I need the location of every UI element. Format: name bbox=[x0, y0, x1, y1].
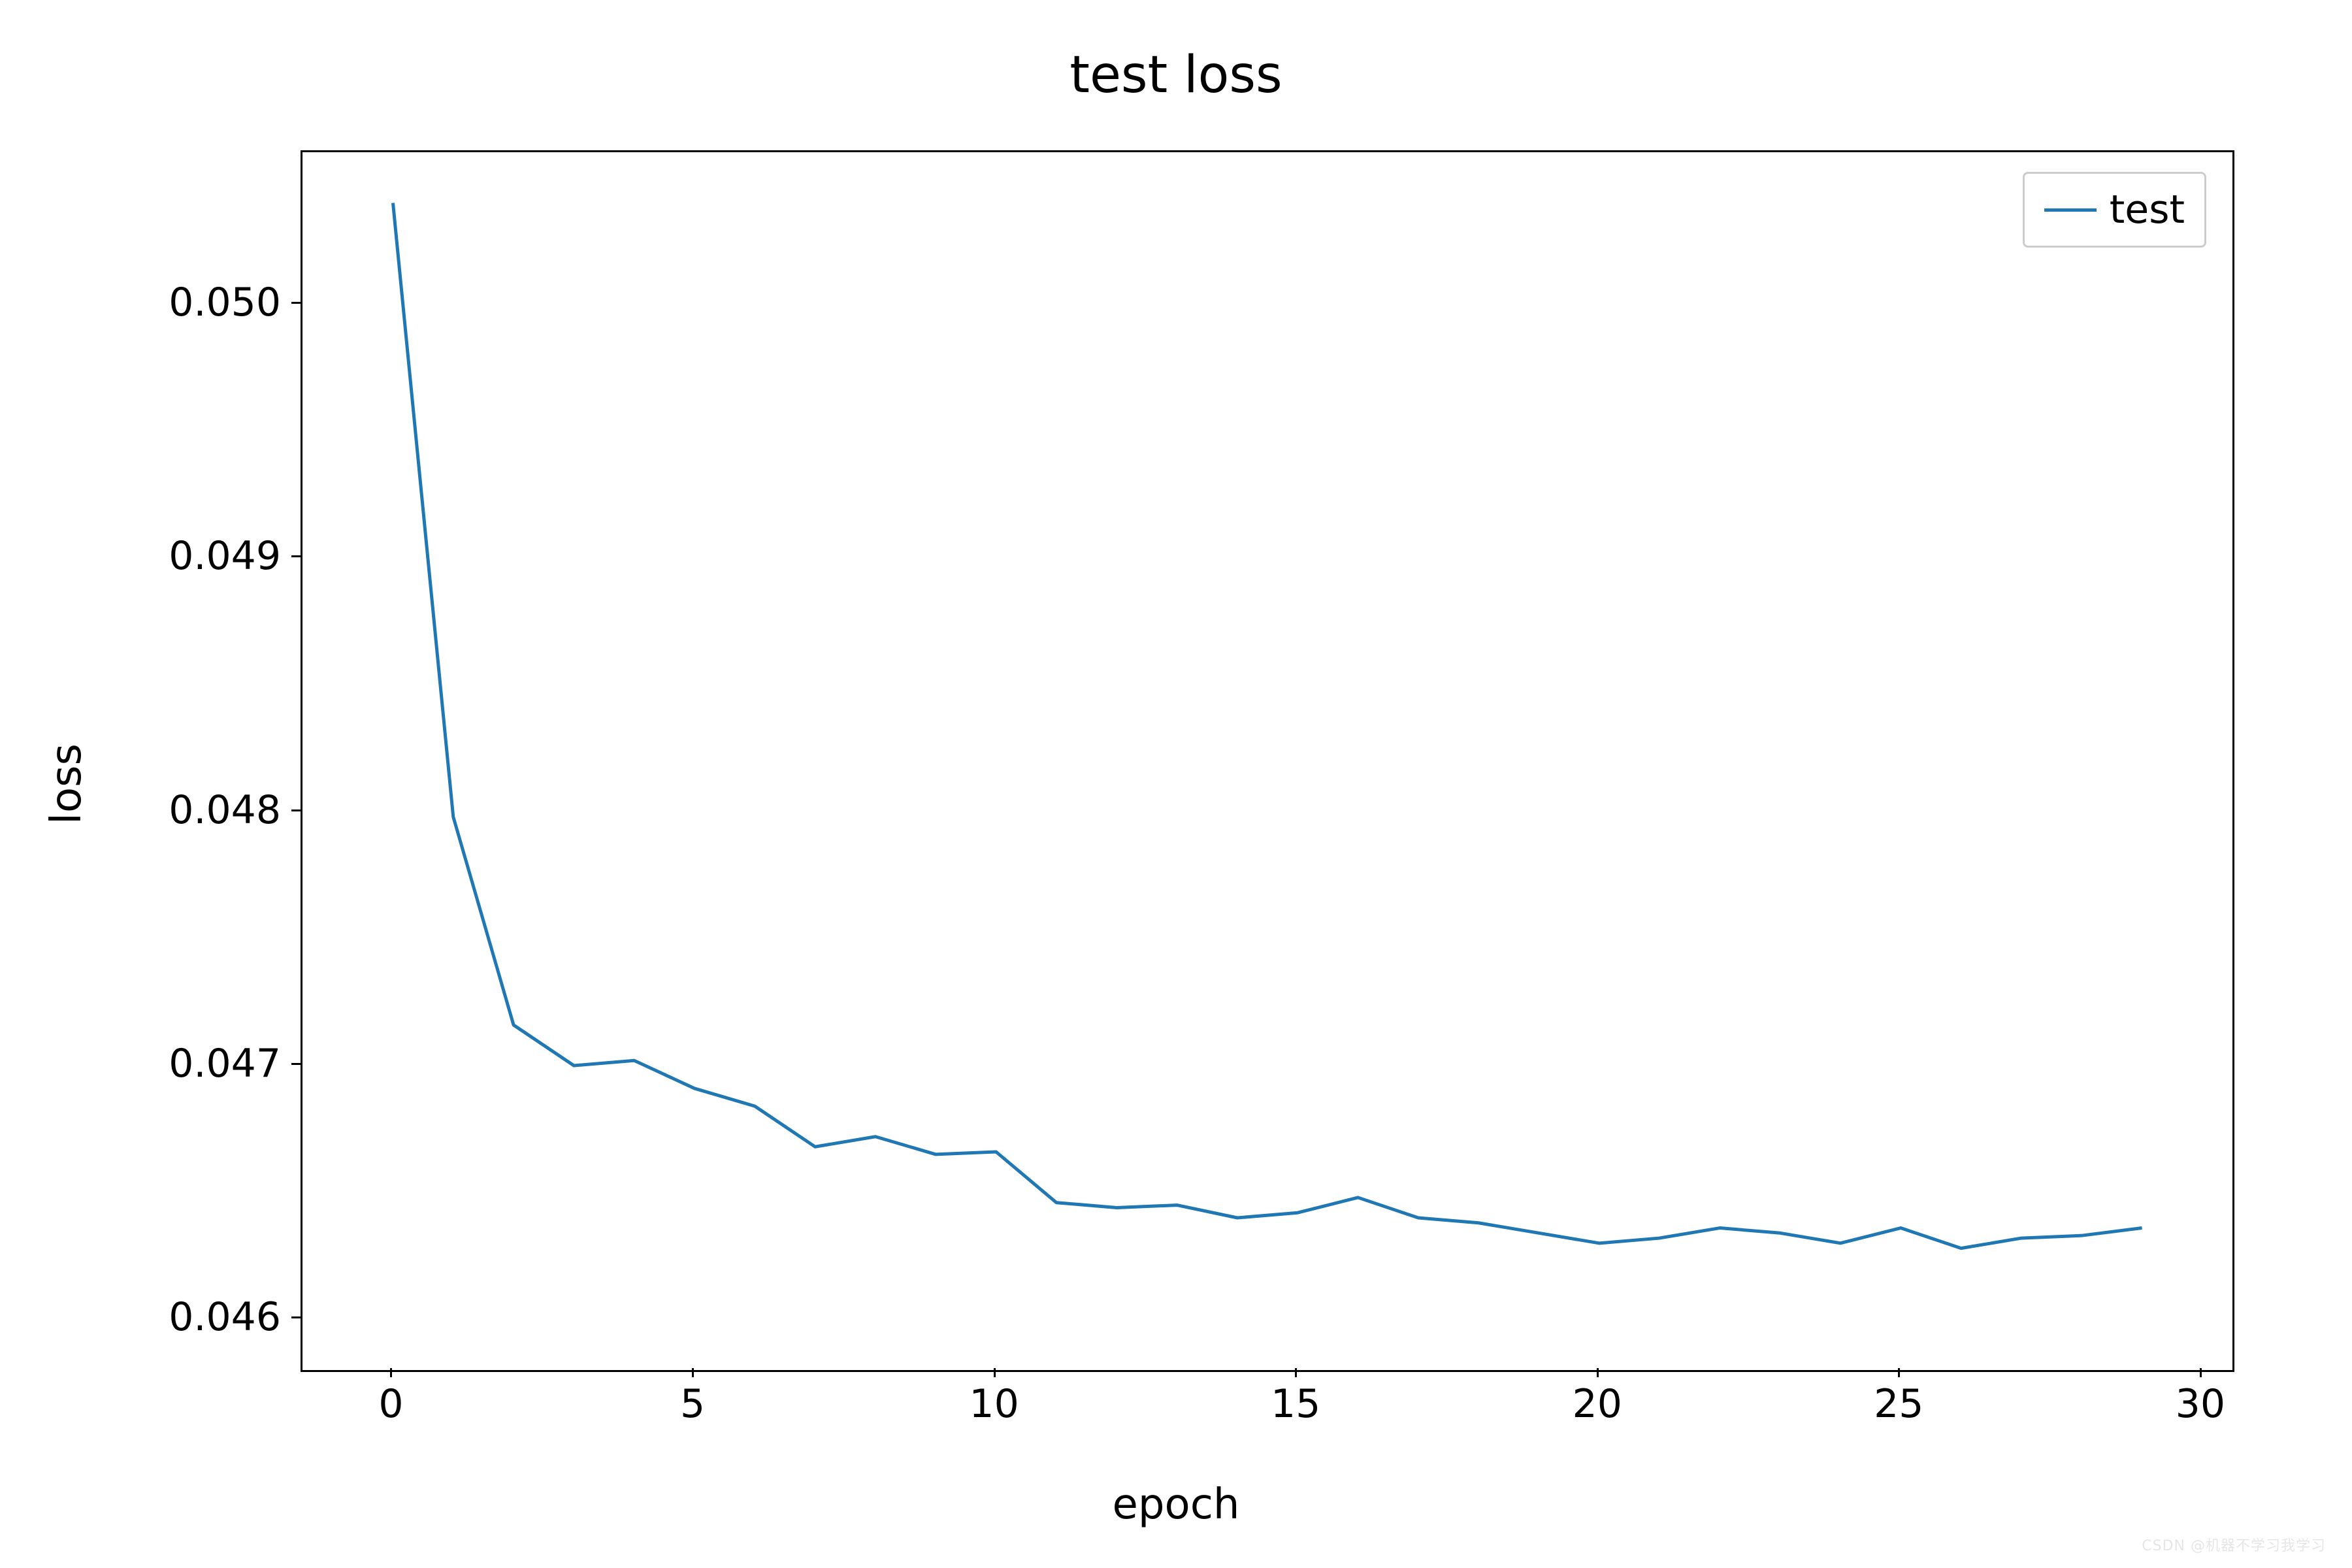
y-tick-mark bbox=[291, 1316, 301, 1318]
plot-area: test bbox=[301, 150, 2234, 1372]
y-tick-mark bbox=[291, 1063, 301, 1065]
x-tick-mark bbox=[1597, 1368, 1599, 1377]
y-tick-mark bbox=[291, 809, 301, 811]
y-tick-mark bbox=[291, 555, 301, 557]
y-tick-label: 0.050 bbox=[137, 280, 281, 325]
y-tick-label: 0.048 bbox=[137, 787, 281, 833]
x-tick-label: 30 bbox=[2176, 1381, 2225, 1427]
x-axis-label: epoch bbox=[0, 1480, 2352, 1529]
watermark: CSDN @机器不学习我学习 bbox=[2142, 1534, 2326, 1555]
x-tick-mark bbox=[2200, 1368, 2202, 1377]
x-tick-mark bbox=[994, 1368, 996, 1377]
y-tick-label: 0.046 bbox=[137, 1294, 281, 1340]
legend-entry-test: test bbox=[2110, 187, 2185, 233]
x-tick-label: 25 bbox=[1874, 1381, 1923, 1427]
series-line-test bbox=[393, 203, 2142, 1249]
chart-title: test loss bbox=[0, 46, 2352, 105]
y-tick-label: 0.049 bbox=[137, 533, 281, 579]
y-tick-mark bbox=[291, 302, 301, 304]
x-tick-label: 10 bbox=[969, 1381, 1019, 1427]
x-tick-label: 5 bbox=[680, 1381, 705, 1427]
legend: test bbox=[2023, 172, 2206, 248]
chart-figure: test loss loss epoch test CSDN @机器不学习我学习… bbox=[0, 0, 2352, 1568]
x-tick-label: 15 bbox=[1271, 1381, 1320, 1427]
x-tick-label: 0 bbox=[378, 1381, 403, 1427]
line-series bbox=[302, 152, 2232, 1370]
x-tick-mark bbox=[692, 1368, 694, 1377]
y-axis-label: loss bbox=[42, 743, 91, 825]
x-tick-label: 20 bbox=[1573, 1381, 1622, 1427]
legend-line-sample bbox=[2044, 208, 2097, 212]
x-tick-mark bbox=[1295, 1368, 1297, 1377]
y-tick-label: 0.047 bbox=[137, 1041, 281, 1086]
x-tick-mark bbox=[1898, 1368, 1900, 1377]
x-tick-mark bbox=[390, 1368, 392, 1377]
